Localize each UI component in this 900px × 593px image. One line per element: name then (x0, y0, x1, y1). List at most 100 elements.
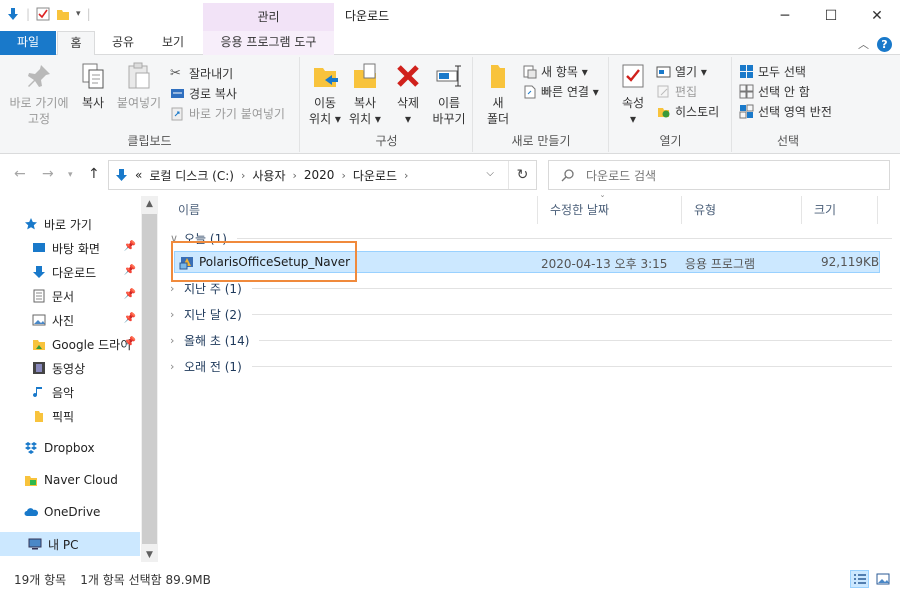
nav-item-desktop[interactable]: 바탕 화면 📌 (32, 236, 140, 260)
qat-customize-icon[interactable]: ▾ (76, 9, 81, 19)
back-arrow-icon[interactable]: ← (14, 166, 26, 182)
nav-item-dropbox[interactable]: Dropbox (24, 436, 140, 460)
path-overflow[interactable]: « (135, 168, 142, 182)
recent-locations-icon[interactable]: ▾ (68, 170, 73, 180)
tab-share[interactable]: 공유 (104, 31, 142, 55)
pin-icon[interactable]: 📌 (124, 241, 136, 252)
copy-path-button[interactable]: 경로 복사 (170, 83, 237, 103)
new-item-button[interactable]: 새 항목 ▾ (522, 61, 588, 81)
nav-item-this-pc[interactable]: 내 PC (0, 532, 140, 556)
pin-quick-access-button[interactable]: 바로 가기에 고정 (6, 61, 72, 127)
cut-button[interactable]: ✂ 잘라내기 (170, 63, 233, 83)
copy-button[interactable]: 복사 (76, 61, 110, 111)
pin-icon[interactable]: 📌 (124, 313, 136, 324)
scroll-down-icon[interactable]: ▼ (141, 550, 158, 560)
select-none-button[interactable]: 선택 안 함 (739, 81, 810, 101)
column-header-size[interactable]: 크기 (802, 196, 878, 224)
nav-item-downloads[interactable]: 다운로드 📌 (32, 260, 140, 284)
history-button[interactable]: 히스토리 (656, 101, 719, 121)
group-header-last-month[interactable]: › 지난 달 (2) (170, 304, 892, 324)
open-button[interactable]: 열기 ▾ (656, 61, 707, 81)
nav-item-label: 픽픽 (52, 409, 75, 424)
refresh-button[interactable]: ↻ (508, 161, 536, 189)
tab-view[interactable]: 보기 (153, 31, 193, 55)
group-header-label: 오래 전 (1) (184, 359, 242, 374)
rename-button[interactable]: 이름 바꾸기 (429, 61, 469, 127)
tab-application-tools[interactable]: 응용 프로그램 도구 (203, 31, 334, 55)
column-header-name[interactable]: 이름 (166, 196, 538, 224)
address-bar[interactable]: « 로컬 디스크 (C:) › 사용자 › 2020 › 다운로드 › ⌵ (108, 160, 537, 190)
pin-icon[interactable]: 📌 (124, 265, 136, 276)
crumb-separator-icon[interactable]: › (341, 169, 345, 182)
move-to-button[interactable]: 이동 위치 ▾ (305, 61, 345, 127)
folder-icon (35, 411, 43, 422)
nav-item-pictures[interactable]: 사진 📌 (32, 308, 140, 332)
properties-check-icon[interactable] (36, 7, 50, 21)
properties-button[interactable]: 속성 ▾ (616, 61, 650, 127)
chevron-right-icon[interactable]: › (170, 282, 178, 295)
nav-item-documents[interactable]: 문서 📌 (32, 284, 140, 308)
nav-item-onedrive[interactable]: OneDrive (24, 500, 140, 524)
chevron-right-icon[interactable]: › (170, 334, 178, 347)
nav-item-google-drive[interactable]: Google 드라이 📌 (32, 332, 140, 356)
close-button[interactable]: ✕ (854, 0, 900, 31)
crumb-separator-icon[interactable]: › (293, 169, 297, 182)
pc-icon (28, 538, 42, 550)
group-divider (251, 365, 892, 367)
edit-button[interactable]: 편집 (656, 81, 697, 101)
column-header-type[interactable]: 유형 (682, 196, 802, 224)
chevron-right-icon[interactable]: › (170, 308, 178, 321)
new-folder-button[interactable]: 새 폴더 (482, 61, 514, 127)
nav-item-music[interactable]: 음악 (32, 380, 140, 404)
select-group: 모두 선택 선택 안 함 선택 영역 반전 선택 (733, 57, 843, 152)
nav-pane-scrollbar[interactable]: ▲ ▼ (141, 196, 158, 562)
group-header-a-long-time-ago[interactable]: › 오래 전 (1) (170, 356, 892, 376)
move-to-label-2: 위치 ▾ (309, 112, 341, 126)
file-type: 응용 프로그램 (685, 257, 756, 271)
paste-shortcut-button[interactable]: 바로 가기 붙여넣기 (170, 103, 285, 123)
pin-icon[interactable]: 📌 (124, 337, 136, 348)
maximize-button[interactable]: ☐ (808, 0, 854, 31)
column-header-date[interactable]: 수정한 날짜 ˇ (538, 195, 682, 224)
details-view-button[interactable] (850, 570, 869, 588)
group-header-earlier-this-year[interactable]: › 올해 초 (14) (170, 330, 892, 350)
new-folder-icon[interactable] (56, 7, 70, 21)
large-icons-view-button[interactable] (873, 570, 892, 588)
select-all-button[interactable]: 모두 선택 (739, 61, 806, 81)
easy-access-button[interactable]: 빠른 연결 ▾ (522, 81, 599, 101)
minimize-button[interactable]: ─ (762, 0, 808, 31)
up-arrow-icon[interactable]: ↑ (88, 166, 100, 182)
invert-selection-button[interactable]: 선택 영역 반전 (739, 101, 832, 121)
crumb-separator-icon[interactable]: › (404, 169, 408, 182)
ribbon-collapse-icon[interactable]: ︿ (858, 36, 869, 52)
search-box[interactable]: 다운로드 검색 (548, 160, 890, 190)
nav-item-picpick[interactable]: 픽픽 (32, 404, 140, 428)
download-arrow-icon[interactable] (6, 7, 20, 21)
delete-button[interactable]: 삭제 ▾ (391, 61, 425, 127)
crumb-downloads[interactable]: 다운로드 (353, 167, 397, 184)
search-placeholder: 다운로드 검색 (586, 168, 657, 183)
annotation-highlight-box (171, 241, 357, 282)
chevron-right-icon[interactable]: › (170, 360, 178, 373)
crumb-local-disk[interactable]: 로컬 디스크 (C:) (149, 167, 234, 184)
group-divider (251, 287, 892, 289)
paste-button[interactable]: 붙여넣기 (114, 61, 164, 111)
crumb-users[interactable]: 사용자 (252, 167, 285, 184)
tab-home[interactable]: 홈 (57, 31, 95, 56)
help-icon[interactable]: ? (877, 36, 892, 52)
nav-item-naver-cloud[interactable]: Naver Cloud (24, 468, 140, 492)
scroll-up-icon[interactable]: ▲ (141, 199, 158, 209)
music-icon (33, 387, 42, 398)
nav-item-quick-access[interactable]: 바로 가기 (24, 212, 140, 236)
address-dropdown-icon[interactable]: ⌵ (486, 168, 494, 179)
select-group-label: 선택 (776, 134, 800, 148)
forward-arrow-icon[interactable]: → (42, 166, 54, 182)
nav-item-videos[interactable]: 동영상 (32, 356, 140, 380)
pin-icon[interactable]: 📌 (124, 289, 136, 300)
crumb-separator-icon[interactable]: › (241, 169, 245, 182)
tab-file[interactable]: 파일 (0, 31, 56, 55)
crumb-2020[interactable]: 2020 (304, 168, 335, 182)
clipboard-group: 바로 가기에 고정 복사 붙여넣기 ✂ 잘라내기 경로 복사 바로 가기 붙여넣… (0, 57, 300, 152)
scrollbar-thumb[interactable] (142, 214, 157, 544)
copy-to-button[interactable]: 복사 위치 ▾ (345, 61, 385, 127)
